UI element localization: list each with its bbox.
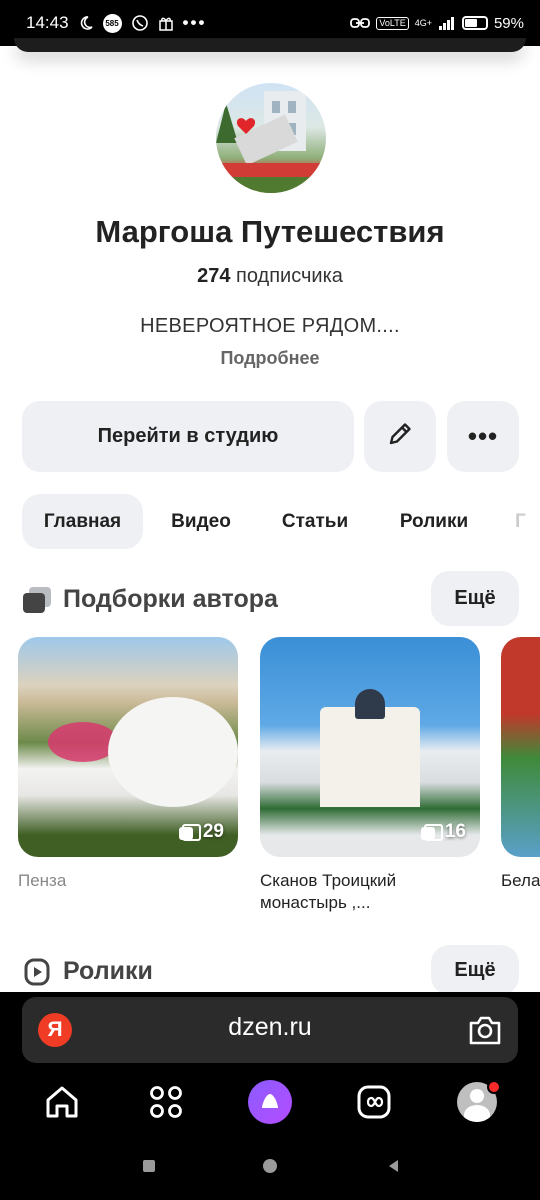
tab-shorts[interactable]: Ролики xyxy=(388,494,480,549)
back-icon[interactable] xyxy=(386,1158,402,1179)
channel-name: Маргоша Путешествия xyxy=(95,214,445,249)
recent-apps-icon[interactable] xyxy=(141,1158,157,1179)
subscribers-label: подписчика xyxy=(236,265,343,287)
volte-icon: VoLTE xyxy=(376,16,409,30)
camera-search-icon[interactable] xyxy=(467,1013,503,1052)
collection-card[interactable]: 16 xyxy=(260,637,480,857)
notification-dot xyxy=(487,1080,501,1094)
go-to-studio-button[interactable]: Перейти в студию xyxy=(22,401,354,472)
battery-level: 59% xyxy=(493,14,524,32)
status-time: 14:43 xyxy=(26,13,69,32)
network-type: 4G+ xyxy=(414,18,432,28)
collection-caption[interactable]: Бела xyxy=(501,870,540,892)
shorts-more-button[interactable]: Ещё xyxy=(431,945,519,995)
item-count: 29 xyxy=(178,821,224,843)
collection-caption[interactable]: Сканов Троицкий монастырь ,... xyxy=(260,870,460,914)
collections-icon xyxy=(22,586,52,619)
home-button-icon[interactable] xyxy=(262,1158,278,1179)
url-text[interactable]: dzen.ru xyxy=(0,1013,540,1042)
tab-main[interactable]: Главная xyxy=(22,494,143,549)
pencil-icon xyxy=(386,420,414,453)
stack-icon xyxy=(420,824,443,841)
app-badge-icon: 585 xyxy=(102,13,122,33)
battery-icon xyxy=(461,16,488,30)
home-icon[interactable] xyxy=(40,1080,84,1124)
shorts-icon xyxy=(24,958,50,991)
tab-video[interactable]: Видео xyxy=(160,494,242,549)
stack-icon xyxy=(178,824,201,841)
moon-icon xyxy=(78,15,94,31)
more-actions-button[interactable]: ••• xyxy=(447,401,519,472)
viber-icon xyxy=(131,14,149,32)
more-details-link[interactable]: Подробнее xyxy=(0,348,540,369)
collection-card[interactable] xyxy=(501,637,540,857)
top-shade xyxy=(14,38,526,52)
link-icon xyxy=(350,16,371,30)
collections-more-button[interactable]: Ещё xyxy=(431,571,519,626)
subscribers: 274 подписчика xyxy=(0,265,540,288)
edit-button[interactable] xyxy=(364,401,436,472)
item-count: 16 xyxy=(420,821,466,843)
more-notifications-icon: ••• xyxy=(182,13,207,32)
signal-icon xyxy=(438,15,456,31)
shorts-title: Ролики xyxy=(63,957,153,985)
tabs-switcher-icon[interactable] xyxy=(352,1080,396,1124)
tab-articles[interactable]: Статьи xyxy=(270,494,360,549)
tab-next-partial[interactable]: Г xyxy=(515,494,540,549)
collection-card[interactable]: 29 xyxy=(18,637,238,857)
gift-icon xyxy=(158,15,174,31)
collections-title: Подборки автора xyxy=(63,585,278,613)
ellipsis-icon: ••• xyxy=(467,421,499,451)
channel-avatar[interactable] xyxy=(216,83,326,193)
collection-caption[interactable]: Пенза xyxy=(18,870,66,892)
channel-description: НЕВЕРОЯТНОЕ РЯДОМ.... xyxy=(140,315,400,337)
subscribers-count: 274 xyxy=(197,265,231,287)
alice-assistant-icon[interactable] xyxy=(248,1080,292,1124)
services-grid-icon[interactable] xyxy=(144,1080,188,1124)
